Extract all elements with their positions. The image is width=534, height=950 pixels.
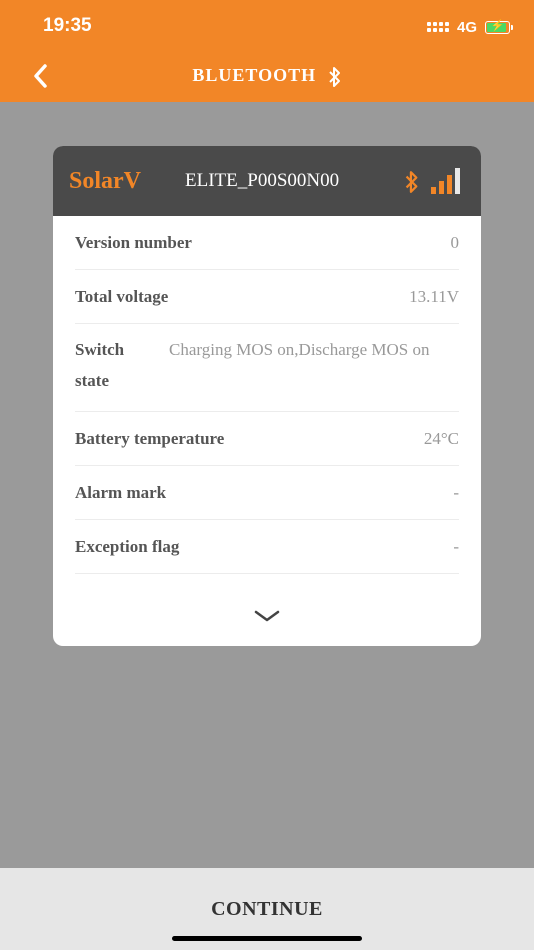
network-type: 4G xyxy=(456,18,477,36)
device-name: ELITE_P00S00N00 xyxy=(185,170,340,191)
signal-strength-icon xyxy=(431,168,460,194)
page-title: BLUETOOTH xyxy=(0,65,534,88)
row-label: Switch state xyxy=(75,340,125,390)
status-indicators: 4G ⚡ xyxy=(426,16,513,38)
continue-button[interactable]: CONTINUE xyxy=(0,898,534,921)
home-indicator xyxy=(172,936,362,941)
battery-icon: ⚡ xyxy=(485,20,513,34)
bluetooth-icon xyxy=(328,66,340,87)
row-exception-flag: Exception flag - xyxy=(75,520,459,574)
row-label: Total voltage xyxy=(75,286,169,306)
row-value: 13.11V xyxy=(409,286,459,306)
row-label: Version number xyxy=(75,232,192,252)
row-label: Alarm mark xyxy=(75,482,167,502)
row-label: Battery temperature xyxy=(75,428,225,448)
cellular-signal-icon xyxy=(426,22,449,32)
brand-name: SolarV xyxy=(69,168,141,194)
row-alarm-mark: Alarm mark - xyxy=(75,466,459,520)
info-list: Version number 0 Total voltage 13.11V Sw… xyxy=(53,216,481,574)
card-header: SolarV ELITE_P00S00N00 xyxy=(53,146,481,216)
expand-button[interactable] xyxy=(53,609,481,628)
top-bar: 19:35 4G ⚡ BLUETOOTH xyxy=(0,0,534,102)
row-switch-state: Switch state Charging MOS on,Discharge M… xyxy=(75,324,459,412)
row-total-voltage: Total voltage 13.11V xyxy=(75,270,459,324)
row-value: Charging MOS on,Discharge MOS on xyxy=(169,340,430,359)
bluetooth-icon xyxy=(405,171,418,193)
row-value: 0 xyxy=(450,232,460,252)
row-value: - xyxy=(453,536,459,556)
row-battery-temperature: Battery temperature 24°C xyxy=(75,412,459,466)
chevron-down-icon xyxy=(254,610,280,622)
status-time: 19:35 xyxy=(43,15,92,36)
row-value: 24°C xyxy=(423,428,459,448)
device-card: SolarV ELITE_P00S00N00 Version number 0 … xyxy=(53,146,481,646)
row-value: - xyxy=(453,482,459,502)
row-label: Exception flag xyxy=(75,536,180,556)
row-version-number: Version number 0 xyxy=(75,216,459,270)
page-title-text: BLUETOOTH xyxy=(192,65,317,85)
